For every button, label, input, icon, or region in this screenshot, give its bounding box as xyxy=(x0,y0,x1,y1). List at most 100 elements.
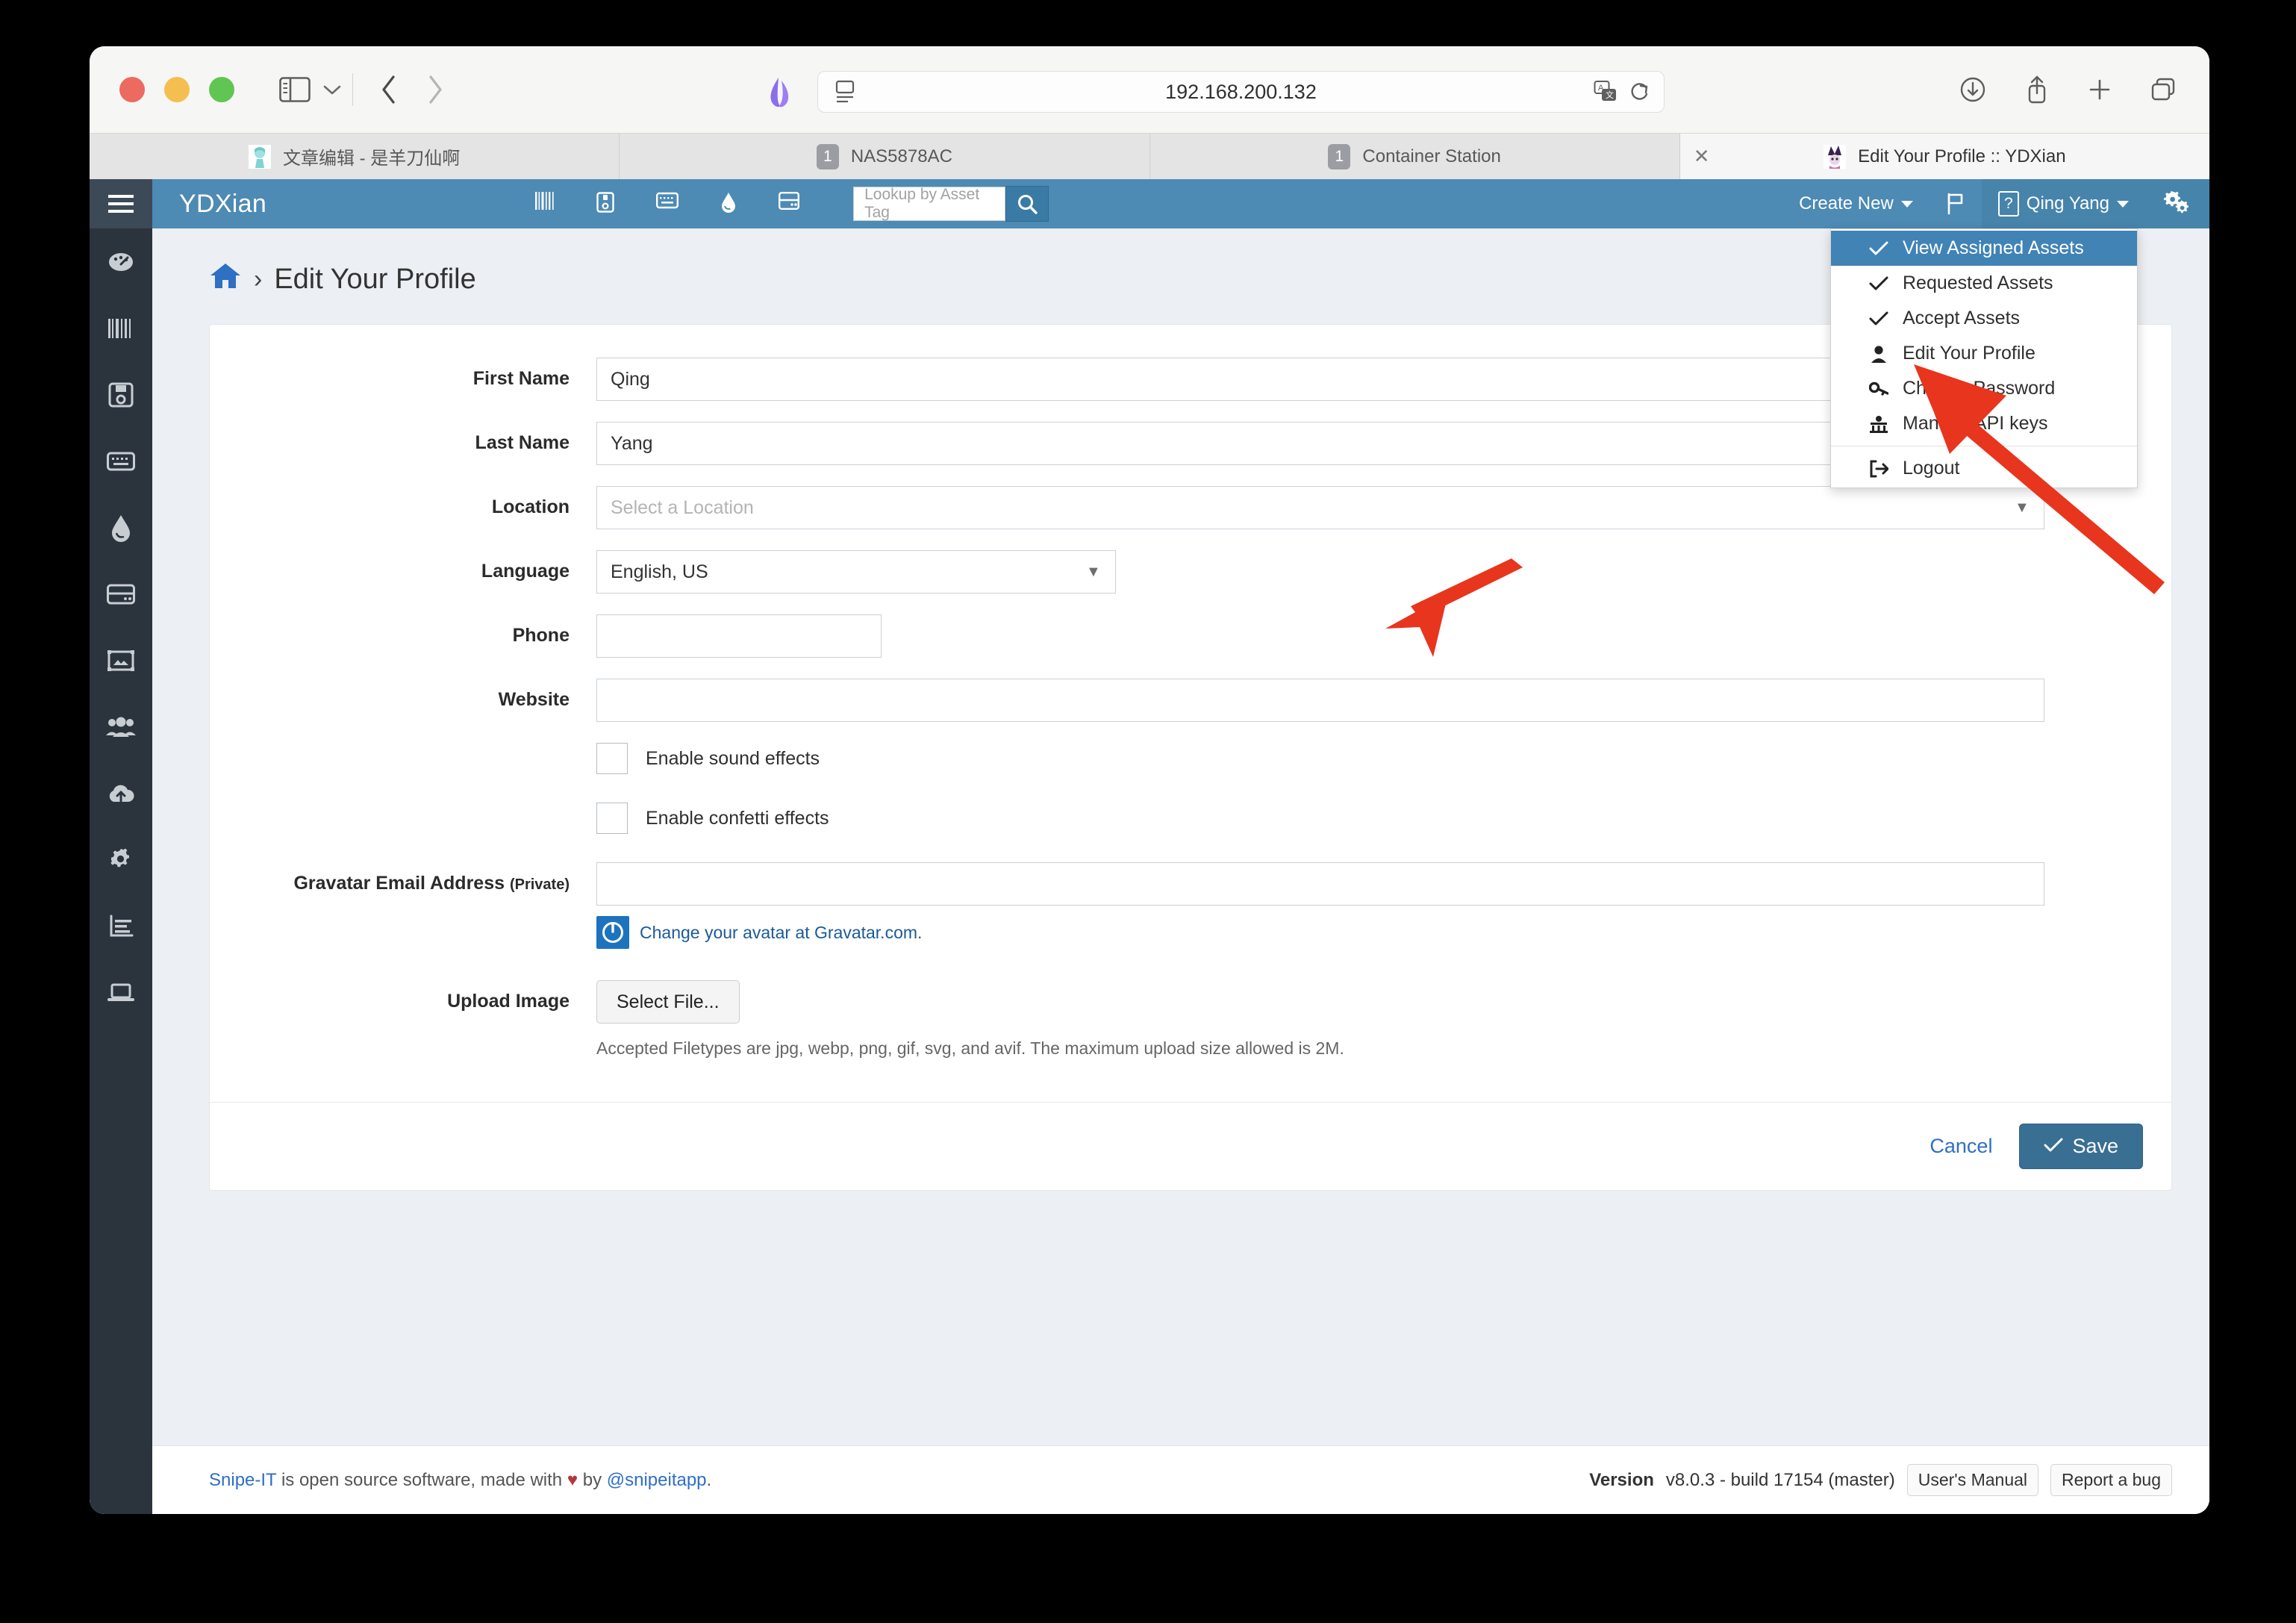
menu-item-label: Manage API keys xyxy=(1903,413,2048,434)
back-icon[interactable] xyxy=(380,74,398,105)
key-icon xyxy=(1868,381,1889,397)
snipe-it-link[interactable]: Snipe-IT xyxy=(209,1470,276,1490)
enable-sound-effects-checkbox[interactable] xyxy=(596,743,628,774)
address-bar-actions: A文 xyxy=(1594,80,1650,104)
home-icon[interactable] xyxy=(209,261,242,297)
downloads-icon[interactable] xyxy=(1959,75,1987,104)
maximize-window-button[interactable] xyxy=(209,77,234,102)
sidebar-item-predefined-kits[interactable] xyxy=(90,627,152,694)
users-manual-button[interactable]: User's Manual xyxy=(1906,1464,2039,1496)
browser-tab-active[interactable]: ✕ Edit Your Profile :: YDXian xyxy=(1679,134,2209,179)
sidebar-item-settings[interactable] xyxy=(90,826,152,893)
brand-title[interactable]: YDXian xyxy=(179,190,266,219)
close-tab-icon[interactable]: ✕ xyxy=(1694,145,1710,168)
tab-overview-icon[interactable] xyxy=(2150,76,2177,103)
create-new-label: Create New xyxy=(1799,193,1894,214)
browser-tab[interactable]: 1 NAS5878AC xyxy=(620,134,1150,179)
menu-item-edit-your-profile[interactable]: Edit Your Profile xyxy=(1831,336,2137,371)
menu-item-label: Change Password xyxy=(1903,378,2056,399)
sidebar-item-licenses[interactable] xyxy=(90,361,152,428)
first-name-input[interactable]: Qing xyxy=(596,358,2044,401)
phone-input[interactable] xyxy=(596,614,882,658)
ydxian-favicon xyxy=(1824,144,1847,169)
application-viewport: YDXian Lookup by Asset Tag Create New ? … xyxy=(90,179,2209,1514)
laptop-icon xyxy=(107,983,134,1001)
sidebar-item-consumables[interactable] xyxy=(90,494,152,561)
window-controls xyxy=(119,77,234,102)
server-icon xyxy=(107,584,135,604)
check-icon xyxy=(1868,311,1889,326)
user-menu[interactable]: ? Qing Yang xyxy=(1981,179,2145,228)
menu-item-accept-assets[interactable]: Accept Assets xyxy=(1831,301,2137,336)
share-icon[interactable] xyxy=(2024,75,2050,105)
sidebar-item-accessories[interactable] xyxy=(90,428,152,494)
chevron-down-icon xyxy=(2117,200,2129,208)
dashboard-icon xyxy=(109,252,133,271)
menu-item-logout[interactable]: Logout xyxy=(1831,451,2137,486)
save-label: Save xyxy=(2072,1135,2118,1157)
sidebar-item-components[interactable] xyxy=(90,561,152,627)
reload-icon[interactable] xyxy=(1628,81,1650,103)
save-button[interactable]: Save xyxy=(2019,1124,2143,1169)
cancel-button[interactable]: Cancel xyxy=(1930,1135,1992,1158)
browser-tab[interactable]: 1 Container Station xyxy=(1150,134,1680,179)
sidebar-icon[interactable] xyxy=(279,77,311,102)
keyboard-icon[interactable] xyxy=(656,192,679,216)
flag-icon[interactable] xyxy=(1930,179,1982,228)
sidebar-item-people[interactable] xyxy=(90,694,152,760)
chevron-down-icon[interactable] xyxy=(322,84,342,96)
droplet-icon[interactable] xyxy=(720,192,737,216)
snipeitapp-link[interactable]: @snipeitapp xyxy=(607,1470,707,1490)
search-button[interactable] xyxy=(1005,186,1049,222)
menu-item-requested-assets[interactable]: Requested Assets xyxy=(1831,266,2137,301)
reader-view-icon[interactable] xyxy=(835,79,855,105)
checkbox-row-confetti-effects: Enable confetti effects xyxy=(596,803,2171,834)
field-row-location: Location Select a Location ▼ xyxy=(210,486,2171,529)
user-dropdown-menu: View Assigned Assets Requested Assets Ac… xyxy=(1830,228,2138,488)
translate-icon[interactable]: A文 xyxy=(1594,80,1618,104)
sidebar-item-import[interactable] xyxy=(90,760,152,826)
accepted-filetypes-text: Accepted Filetypes are jpg, webp, png, g… xyxy=(596,1038,1344,1058)
language-label: Language xyxy=(481,561,570,582)
menu-item-manage-api-keys[interactable]: Manage API keys xyxy=(1831,406,2137,441)
location-select[interactable]: Select a Location xyxy=(596,486,2044,529)
website-input[interactable] xyxy=(596,679,2044,722)
search-input[interactable]: Lookup by Asset Tag xyxy=(853,186,1006,221)
gravatar-label: Gravatar Email Address (Private) xyxy=(293,873,570,894)
report-a-bug-button[interactable]: Report a bug xyxy=(2050,1464,2172,1496)
floppy-disk-icon[interactable] xyxy=(596,191,614,216)
sidebar-item-assets[interactable] xyxy=(90,295,152,361)
sidebar-item-dashboard[interactable] xyxy=(90,228,152,295)
header-right: Create New ? Qing Yang xyxy=(1782,179,2209,228)
language-select[interactable]: English, US xyxy=(596,550,1116,594)
select-file-button[interactable]: Select File... xyxy=(596,980,740,1024)
close-window-button[interactable] xyxy=(119,77,145,102)
footer-period: . xyxy=(706,1469,712,1490)
barcode-icon[interactable] xyxy=(535,191,555,216)
minimize-window-button[interactable] xyxy=(164,77,190,102)
gravatar-link[interactable]: Change your avatar at Gravatar.com. xyxy=(640,923,922,943)
menu-item-change-password[interactable]: Change Password xyxy=(1831,371,2137,406)
sidebar-item-requestable[interactable] xyxy=(90,959,152,1026)
new-tab-icon[interactable] xyxy=(2087,77,2112,102)
server-icon[interactable] xyxy=(779,191,800,216)
toolbar-actions xyxy=(1959,75,2177,105)
address-bar[interactable]: 192.168.200.132 A文 xyxy=(817,71,1665,113)
phone-label: Phone xyxy=(512,625,570,646)
create-new-menu[interactable]: Create New xyxy=(1782,179,1930,228)
tab-badge: 1 xyxy=(816,143,839,169)
hamburger-icon[interactable] xyxy=(90,179,152,228)
gravatar-email-input[interactable] xyxy=(596,862,2044,906)
browser-tab[interactable]: 文章编辑 - 是羊刀仙啊 xyxy=(90,134,620,179)
gears-icon[interactable] xyxy=(2145,179,2209,228)
site-favicon xyxy=(765,76,795,109)
forward-icon[interactable] xyxy=(426,74,444,105)
menu-item-label: Requested Assets xyxy=(1903,272,2053,293)
enable-confetti-effects-checkbox[interactable] xyxy=(596,803,628,834)
license-icon xyxy=(107,649,134,671)
sidebar-item-reports[interactable] xyxy=(90,893,152,959)
menu-item-view-assigned-assets[interactable]: View Assigned Assets xyxy=(1831,231,2137,266)
toolbar-divider xyxy=(352,73,353,106)
last-name-input[interactable]: Yang xyxy=(596,422,2044,465)
page-footer: Snipe-IT is open source software, made w… xyxy=(152,1445,2209,1514)
